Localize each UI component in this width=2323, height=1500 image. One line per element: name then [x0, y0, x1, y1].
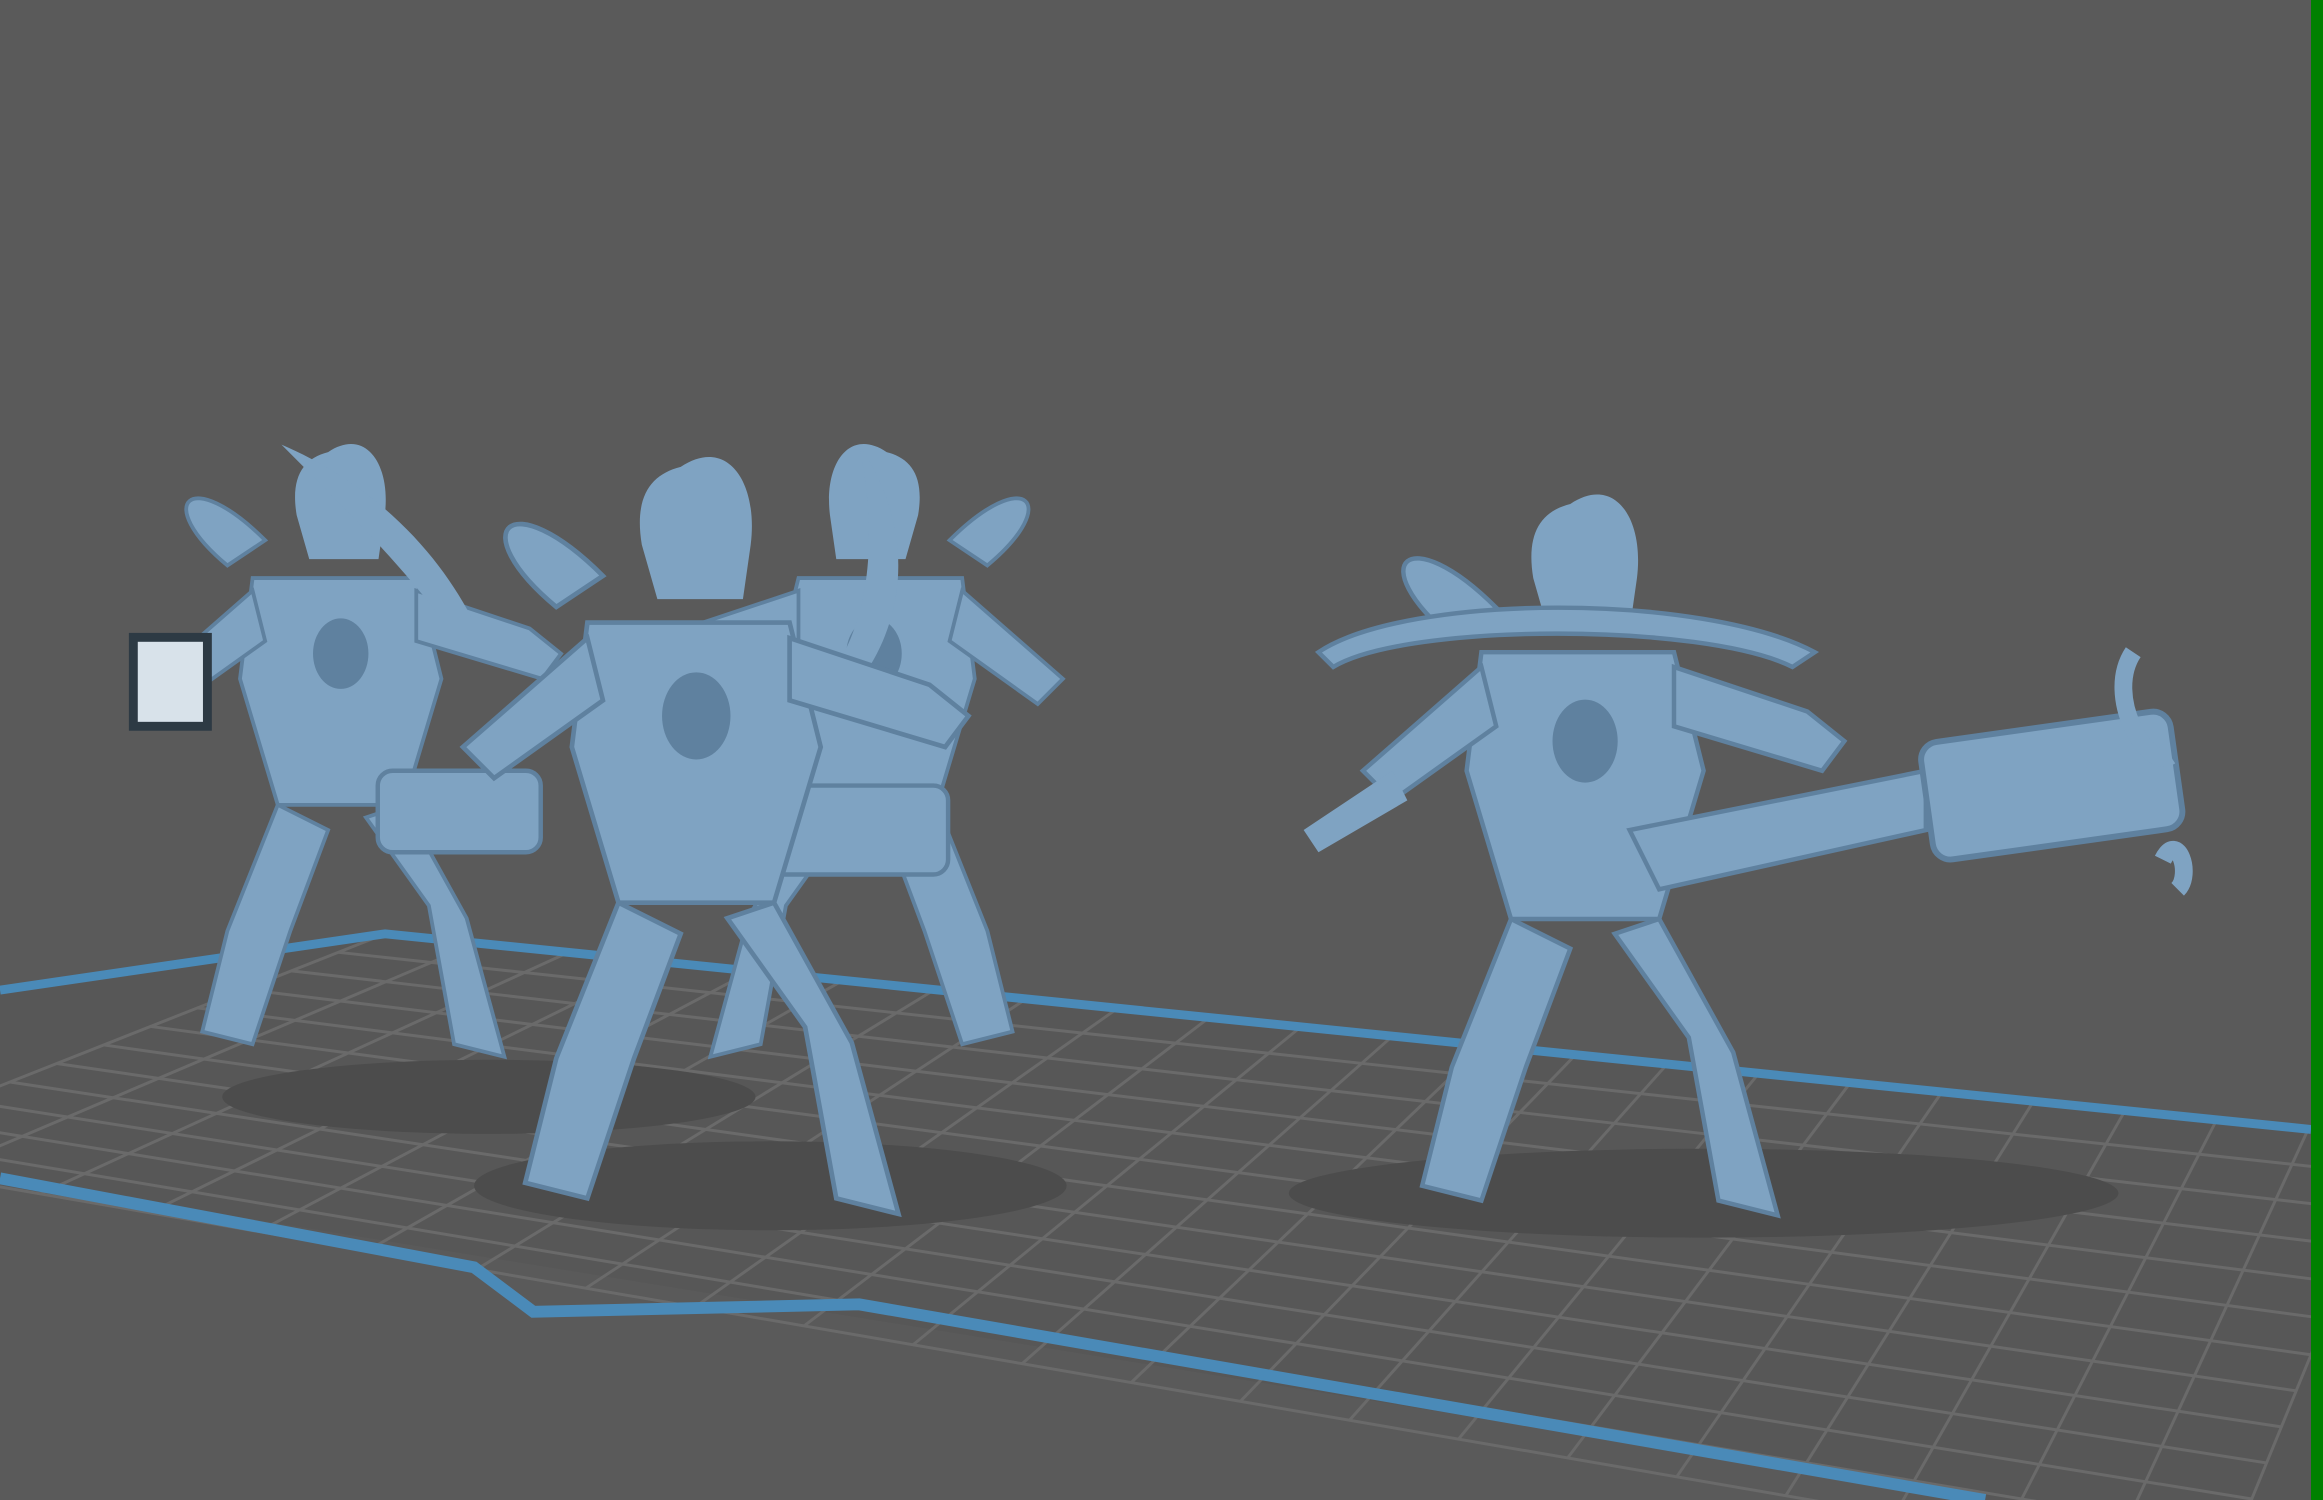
weapon-left	[128, 632, 212, 731]
torso	[569, 620, 824, 906]
model-shadow	[222, 1059, 756, 1134]
shoulder-plate	[946, 496, 1031, 568]
active-viewport-border	[2311, 0, 2323, 1500]
chest-gem	[313, 618, 369, 689]
scene-canvas[interactable]	[0, 0, 2311, 1500]
shoulder-plate	[184, 496, 269, 568]
model-shadow	[1288, 1148, 2119, 1238]
chest-gem	[1552, 699, 1618, 783]
3d-viewport[interactable]	[0, 0, 2323, 1500]
helmet	[639, 456, 752, 600]
weapon-cannon	[375, 768, 543, 855]
shoulder-plate	[503, 521, 607, 610]
left-arm-extended	[1303, 770, 1408, 853]
chest-gem	[662, 672, 731, 760]
